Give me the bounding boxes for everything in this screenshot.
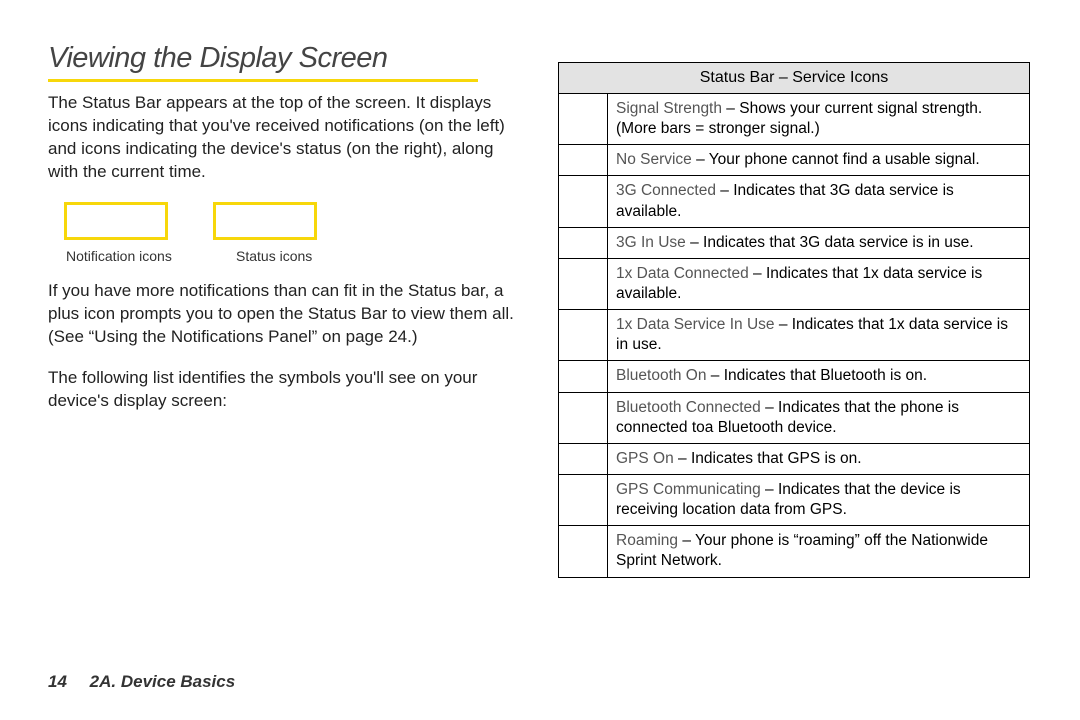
service-icons-table: Status Bar – Service Icons Signal Streng…	[558, 62, 1030, 578]
table-row: Signal Strength – Shows your current sig…	[559, 94, 1029, 145]
title-underline	[48, 79, 478, 82]
row-desc: GPS Communicating – Indicates that the d…	[608, 475, 1029, 525]
row-desc: Roaming – Your phone is “roaming” off th…	[608, 526, 1029, 576]
status-icons-box	[213, 202, 317, 240]
row-desc: 1x Data Service In Use – Indicates that …	[608, 310, 1029, 360]
table-row: 1x Data Connected – Indicates that 1x da…	[559, 259, 1029, 310]
intro-paragraph: The Status Bar appears at the top of the…	[48, 92, 528, 184]
table-row: 3G In Use – Indicates that 3G data servi…	[559, 228, 1029, 259]
diagram-labels: Notification icons Status icons	[66, 248, 528, 264]
overflow-paragraph: If you have more notifications than can …	[48, 280, 528, 349]
left-column: Viewing the Display Screen The Status Ba…	[48, 42, 528, 578]
table-row: Bluetooth On – Indicates that Bluetooth …	[559, 361, 1029, 392]
notification-icons-box	[64, 202, 168, 240]
page-number: 14	[48, 672, 67, 691]
3g-in-use-icon	[559, 228, 608, 258]
table-row: 1x Data Service In Use – Indicates that …	[559, 310, 1029, 361]
signal-strength-icon	[559, 94, 608, 144]
1x-connected-icon	[559, 259, 608, 309]
table-row: GPS On – Indicates that GPS is on.	[559, 444, 1029, 475]
roaming-icon	[559, 526, 608, 576]
3g-connected-icon	[559, 176, 608, 226]
status-bar-diagram	[64, 202, 528, 240]
page-title: Viewing the Display Screen	[48, 42, 528, 75]
section-label: 2A. Device Basics	[90, 672, 236, 691]
row-desc: GPS On – Indicates that GPS is on.	[608, 444, 1029, 474]
table-header: Status Bar – Service Icons	[559, 63, 1029, 94]
row-desc: Bluetooth Connected – Indicates that the…	[608, 393, 1029, 443]
no-service-icon	[559, 145, 608, 175]
table-row: 3G Connected – Indicates that 3G data se…	[559, 176, 1029, 227]
bluetooth-on-icon	[559, 361, 608, 391]
manual-page: Viewing the Display Screen The Status Ba…	[0, 0, 1080, 578]
row-desc: No Service – Your phone cannot find a us…	[608, 145, 1029, 175]
row-desc: 3G Connected – Indicates that 3G data se…	[608, 176, 1029, 226]
page-footer: 14 2A. Device Basics	[48, 672, 235, 692]
bluetooth-connected-icon	[559, 393, 608, 443]
gps-communicating-icon	[559, 475, 608, 525]
row-desc: Signal Strength – Shows your current sig…	[608, 94, 1029, 144]
table-row: GPS Communicating – Indicates that the d…	[559, 475, 1029, 526]
status-icons-label: Status icons	[236, 248, 312, 264]
gps-on-icon	[559, 444, 608, 474]
table-row: No Service – Your phone cannot find a us…	[559, 145, 1029, 176]
1x-in-use-icon	[559, 310, 608, 360]
row-desc: 1x Data Connected – Indicates that 1x da…	[608, 259, 1029, 309]
right-column: Status Bar – Service Icons Signal Streng…	[558, 42, 1032, 578]
notification-icons-label: Notification icons	[66, 248, 196, 264]
legend-intro-paragraph: The following list identifies the symbol…	[48, 367, 528, 413]
row-desc: Bluetooth On – Indicates that Bluetooth …	[608, 361, 1029, 391]
row-desc: 3G In Use – Indicates that 3G data servi…	[608, 228, 1029, 258]
table-row: Roaming – Your phone is “roaming” off th…	[559, 526, 1029, 576]
table-row: Bluetooth Connected – Indicates that the…	[559, 393, 1029, 444]
